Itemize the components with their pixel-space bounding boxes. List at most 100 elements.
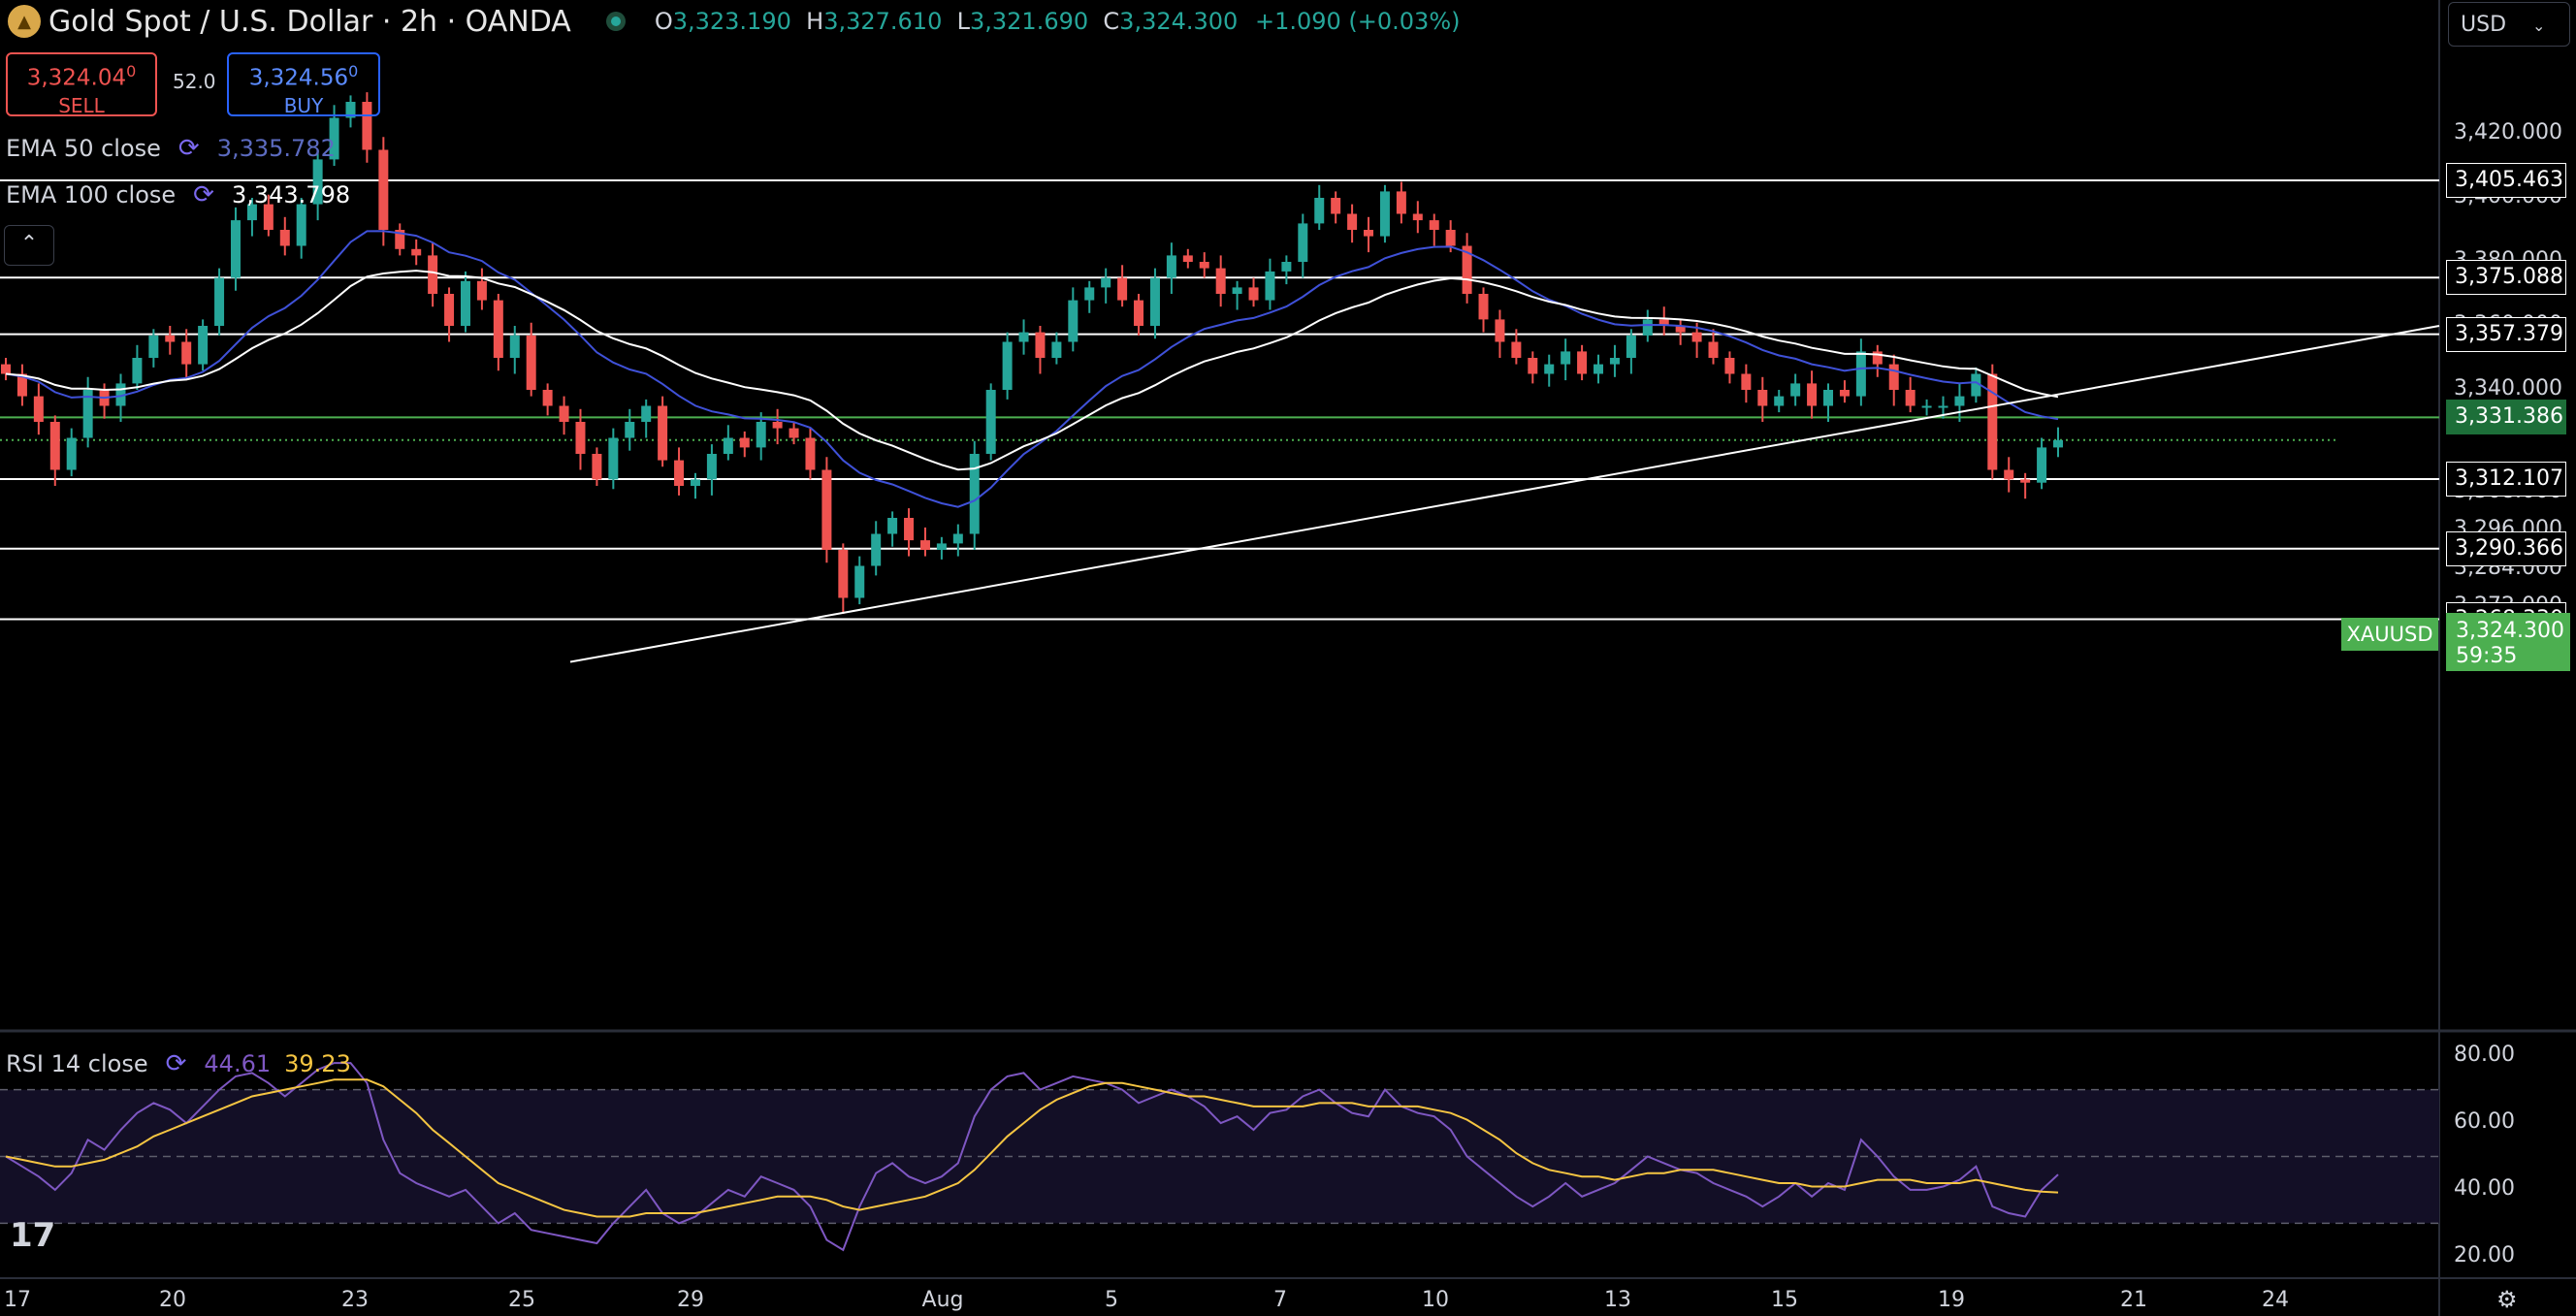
ema100-label: EMA 100 close (6, 181, 177, 209)
candle-body (1938, 405, 1948, 408)
candle-body (1544, 364, 1555, 374)
candle-body (198, 326, 209, 365)
candle-body (296, 204, 306, 246)
candle-body (641, 405, 652, 422)
candle-body (230, 220, 241, 278)
candle-body (1051, 341, 1062, 358)
candle-body (838, 550, 849, 598)
candle-body (887, 518, 898, 534)
candle-body (1215, 268, 1226, 294)
refresh-icon[interactable]: ⟳ (193, 180, 214, 209)
rsi-label: RSI 14 close (6, 1050, 148, 1077)
candle-body (1888, 364, 1899, 390)
candle-body (1561, 351, 1571, 365)
candle-body (1757, 390, 1768, 406)
candle-body (1331, 198, 1341, 214)
level-price-tag: 3,375.088 (2446, 260, 2566, 296)
candle-body (1445, 230, 1456, 246)
candle-body (49, 422, 60, 470)
last-price-tag: 3,324.300 59:35 (2446, 613, 2570, 671)
candle-body (1068, 300, 1079, 342)
level-price-tag: 3,405.463 (2446, 162, 2566, 198)
refresh-icon[interactable]: ⟳ (178, 134, 200, 163)
candle-body (526, 335, 536, 390)
candle-body (1954, 396, 1965, 406)
time-tick-label: 10 (1422, 1288, 1449, 1312)
settings-icon[interactable]: ⚙ (2496, 1286, 2518, 1313)
candle-body (1314, 198, 1325, 224)
rsi-ma-value: 39.23 (284, 1050, 351, 1077)
candle-body (821, 469, 832, 550)
collapse-legend-button[interactable]: ⌃ (4, 225, 54, 266)
candle-body (559, 405, 569, 422)
candle-body (1626, 335, 1636, 358)
sell-price: 3,324.04 (26, 65, 127, 91)
candle-body (1166, 255, 1176, 278)
candle-body (1429, 220, 1439, 230)
candle-body (460, 280, 470, 326)
change-value: +1.090 (+0.03%) (1254, 8, 1461, 35)
ema100-legend[interactable]: EMA 100 close ⟳ 3,343.798 (6, 180, 350, 209)
candle-body (1905, 390, 1916, 406)
ema50-line (5, 230, 2059, 508)
time-tick-label: 19 (1938, 1288, 1965, 1312)
candle-body (608, 437, 619, 480)
candle-body (66, 437, 77, 470)
price-chart[interactable] (0, 0, 2576, 1316)
candle-body (1002, 341, 1013, 390)
candle-body (1265, 271, 1275, 301)
candle-body (1855, 351, 1866, 397)
bar-countdown: 59:35 (2456, 644, 2518, 668)
ema50-legend[interactable]: EMA 50 close ⟳ 3,335.782 (6, 134, 336, 163)
candle-body (854, 565, 865, 598)
candle-body (509, 335, 520, 358)
rsi-legend[interactable]: RSI 14 close ⟳ 44.61 39.23 (6, 1049, 351, 1078)
candle-body (1807, 383, 1818, 406)
candle-body (1823, 390, 1834, 406)
candle-body (181, 341, 192, 365)
refresh-icon[interactable]: ⟳ (166, 1049, 187, 1078)
candle-body (33, 396, 44, 422)
candle-body (1511, 341, 1522, 358)
open-value: 3,323.190 (672, 8, 791, 35)
high-value: 3,327.610 (823, 8, 943, 35)
symbol-tag: XAUUSD (2341, 618, 2438, 651)
candle-body (1, 364, 11, 374)
sell-button[interactable]: 3,324.040 SELL (6, 52, 157, 117)
time-tick-label: 29 (677, 1288, 704, 1312)
candle-body (1134, 300, 1144, 326)
candle-body (936, 543, 947, 550)
time-tick-label: Aug (921, 1288, 964, 1312)
candle-body (1084, 287, 1095, 301)
level-price-tag: 3,312.107 (2446, 462, 2566, 498)
candle-body (706, 454, 717, 480)
candle-body (1117, 277, 1128, 301)
candle-body (1364, 230, 1374, 237)
candle-body (674, 460, 685, 486)
time-tick-label: 17 (4, 1288, 31, 1312)
candle-body (1298, 223, 1308, 262)
time-tick-label: 24 (2262, 1288, 2289, 1312)
candle-body (2020, 479, 2031, 483)
candle-body (476, 280, 487, 301)
currency-select[interactable]: USD ⌄ (2448, 2, 2570, 47)
candle-body (1396, 191, 1406, 214)
symbol-title[interactable]: Gold Spot / U.S. Dollar · 2h · OANDA (48, 5, 571, 39)
candle-body (904, 518, 915, 541)
level-price-tag: 3,331.386 (2446, 400, 2566, 435)
tradingview-logo-icon[interactable]: 17 (10, 1216, 55, 1255)
candle-body (789, 428, 799, 438)
candle-body (690, 479, 700, 486)
buy-button[interactable]: 3,324.560 BUY (227, 52, 380, 117)
buy-label: BUY (283, 93, 324, 117)
market-open-icon (605, 12, 626, 31)
level-price-tag: 3,290.366 (2446, 530, 2566, 566)
time-tick-label: 21 (2120, 1288, 2147, 1312)
ema50-value: 3,335.782 (216, 135, 336, 162)
rsi-tick-label: 40.00 (2454, 1175, 2515, 1201)
candle-body (2053, 439, 2063, 448)
candle-body (1412, 213, 1423, 221)
candle-body (411, 248, 422, 256)
time-tick-label: 23 (341, 1288, 369, 1312)
candle-body (756, 422, 766, 448)
